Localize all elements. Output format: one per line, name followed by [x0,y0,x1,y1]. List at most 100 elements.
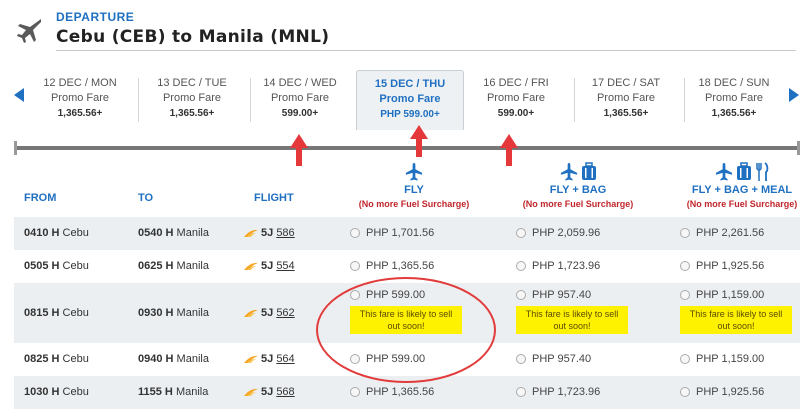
fare-option-fly-bag[interactable]: PHP 957.40 [516,353,591,365]
arrival-city: Manila [176,227,209,239]
fare-radio[interactable] [680,261,690,272]
fare-option-fly-bag[interactable]: PHP 957.40 [516,289,591,301]
fare-amount: 1,365.56+ [57,108,103,119]
date-tab-1[interactable]: 13 DEC / TUE Promo Fare 1,365.56+ [138,76,246,126]
fare-radio[interactable] [350,387,360,398]
departure-header: DEPARTURE Cebu (CEB) to Manila (MNL) [0,0,809,60]
fare-price: PHP 1,159.00 [696,353,765,365]
date-scrollbar[interactable] [14,146,800,150]
scrollbar-right-cap [797,141,800,155]
flight-number-link[interactable]: 5J 562 [244,307,295,319]
fare-radio[interactable] [350,354,360,365]
flight-number-link[interactable]: 5J 554 [244,260,295,272]
fare-radio[interactable] [516,228,526,239]
fare-amount: 1,365.56+ [603,108,649,119]
fare-radio[interactable] [350,290,360,301]
date-tab-6[interactable]: 18 DEC / SUN Promo Fare 1,365.56+ [680,76,788,126]
fare-option-fly-bag-meal[interactable]: PHP 1,159.00 [680,289,764,301]
fare-price: PHP 957.40 [532,289,592,301]
prev-dates-arrow-icon[interactable] [14,88,24,102]
to-cell: 0540 H Manila [138,227,209,239]
flight-number-link[interactable]: 5J 564 [244,353,295,365]
carrier-code: 5J [261,260,274,272]
from-cell: 0825 H Cebu [24,353,89,365]
fare-radio[interactable] [516,354,526,365]
airplane-icon [405,163,423,181]
date-tab-4[interactable]: 16 DEC / FRI Promo Fare 599.00+ [462,76,570,126]
departure-time: 0505 H [24,260,60,272]
date-label: 15 DEC / THU [374,78,446,90]
fare-option-fly-bag-meal[interactable]: PHP 1,925.56 [680,260,764,272]
fare-radio[interactable] [680,228,690,239]
fare-option-fly[interactable]: PHP 1,701.56 [350,227,434,239]
fare-type-label: Promo Fare [162,92,222,104]
arrival-time: 0540 H [138,227,174,239]
departure-city: Cebu [62,353,89,365]
fare-radio[interactable] [350,228,360,239]
flight-number-link[interactable]: 5J 568 [244,386,295,398]
from-cell: 0505 H Cebu [24,260,89,272]
carrier-code: 5J [261,307,274,319]
date-tab-5[interactable]: 17 DEC / SAT Promo Fare 1,365.56+ [572,76,680,126]
arrival-city: Manila [176,307,209,319]
date-tab-3[interactable]: 15 DEC / THU Promo Fare PHP 599.00+ [356,70,464,130]
flight-number-link[interactable]: 5J 586 [244,227,295,239]
fare-radio[interactable] [680,354,690,365]
fare-option-fly-bag[interactable]: PHP 1,723.96 [516,260,600,272]
fare-radio[interactable] [680,387,690,398]
flight-row: 0825 H Cebu 0940 H Manila 5J 564 PHP 599.00… [14,343,800,376]
fare-price: PHP 1,723.96 [532,386,601,398]
fare-type-label: Promo Fare [704,92,764,104]
fare-option-fly[interactable]: PHP 599.00 [350,289,425,301]
flight-number: 562 [276,307,295,319]
departure-label: DEPARTURE [56,10,135,24]
fare-price: PHP 2,261.56 [696,227,765,239]
fare-option-fly-bag-meal[interactable]: PHP 1,925.56 [680,386,764,398]
fare-price: PHP 957.40 [532,353,592,365]
fare-type-label: Promo Fare [486,92,546,104]
date-tab-2[interactable]: 14 DEC / WED Promo Fare 599.00+ [246,76,354,126]
fare-radio[interactable] [516,261,526,272]
arrival-time: 0625 H [138,260,174,272]
fare-price: PHP 1,365.56 [366,386,435,398]
fare-amount: 599.00+ [281,108,319,119]
sell-out-warning: This fare is likely to sell out soon! [680,306,792,334]
fare-price: PHP 599.00 [366,289,426,301]
flight-number: 568 [276,386,295,398]
cebu-pacific-logo-icon [244,355,258,363]
arrival-time: 1155 H [138,386,173,398]
fare-option-fly-bag[interactable]: PHP 2,059.96 [516,227,600,239]
flight-number: 586 [276,227,295,239]
fare-radio[interactable] [350,261,360,272]
fare-option-fly[interactable]: PHP 1,365.56 [350,386,434,398]
arrival-time: 0930 H [138,307,174,319]
to-cell: 0940 H Manila [138,353,209,365]
from-cell: 0815 H Cebu [24,307,89,319]
fare-price: PHP 599.00 [366,353,426,365]
cebu-pacific-logo-icon [244,388,258,396]
fare-radio[interactable] [516,387,526,398]
fare-option-fly-bag-meal[interactable]: PHP 2,261.56 [680,227,764,239]
fare-radio[interactable] [516,290,526,301]
fare-radio[interactable] [680,290,690,301]
from-cell: 1030 H Cebu [24,386,89,398]
next-dates-arrow-icon[interactable] [789,88,799,102]
date-tab-0[interactable]: 12 DEC / MON Promo Fare 1,365.56+ [26,76,134,126]
carrier-code: 5J [261,353,274,365]
to-cell: 1155 H Manila [138,386,208,398]
cebu-pacific-logo-icon [244,262,258,270]
divider [56,50,796,51]
fare-option-fly[interactable]: PHP 599.00 [350,353,425,365]
date-selector: 12 DEC / MON Promo Fare 1,365.56+ 13 DEC / … [0,66,809,136]
luggage-icon [581,162,596,180]
fare-option-fly[interactable]: PHP 1,365.56 [350,260,434,272]
arrival-city: Manila [175,386,209,398]
departure-city: Cebu [62,227,89,239]
column-to: TO [138,192,154,204]
fare-option-fly-bag[interactable]: PHP 1,723.96 [516,386,600,398]
fare-option-fly-bag-meal[interactable]: PHP 1,159.00 [680,353,764,365]
annotation-arrow [290,134,308,166]
date-label: 18 DEC / SUN [698,77,770,89]
annotation-arrow [410,125,428,157]
departure-city: Cebu [62,386,89,398]
